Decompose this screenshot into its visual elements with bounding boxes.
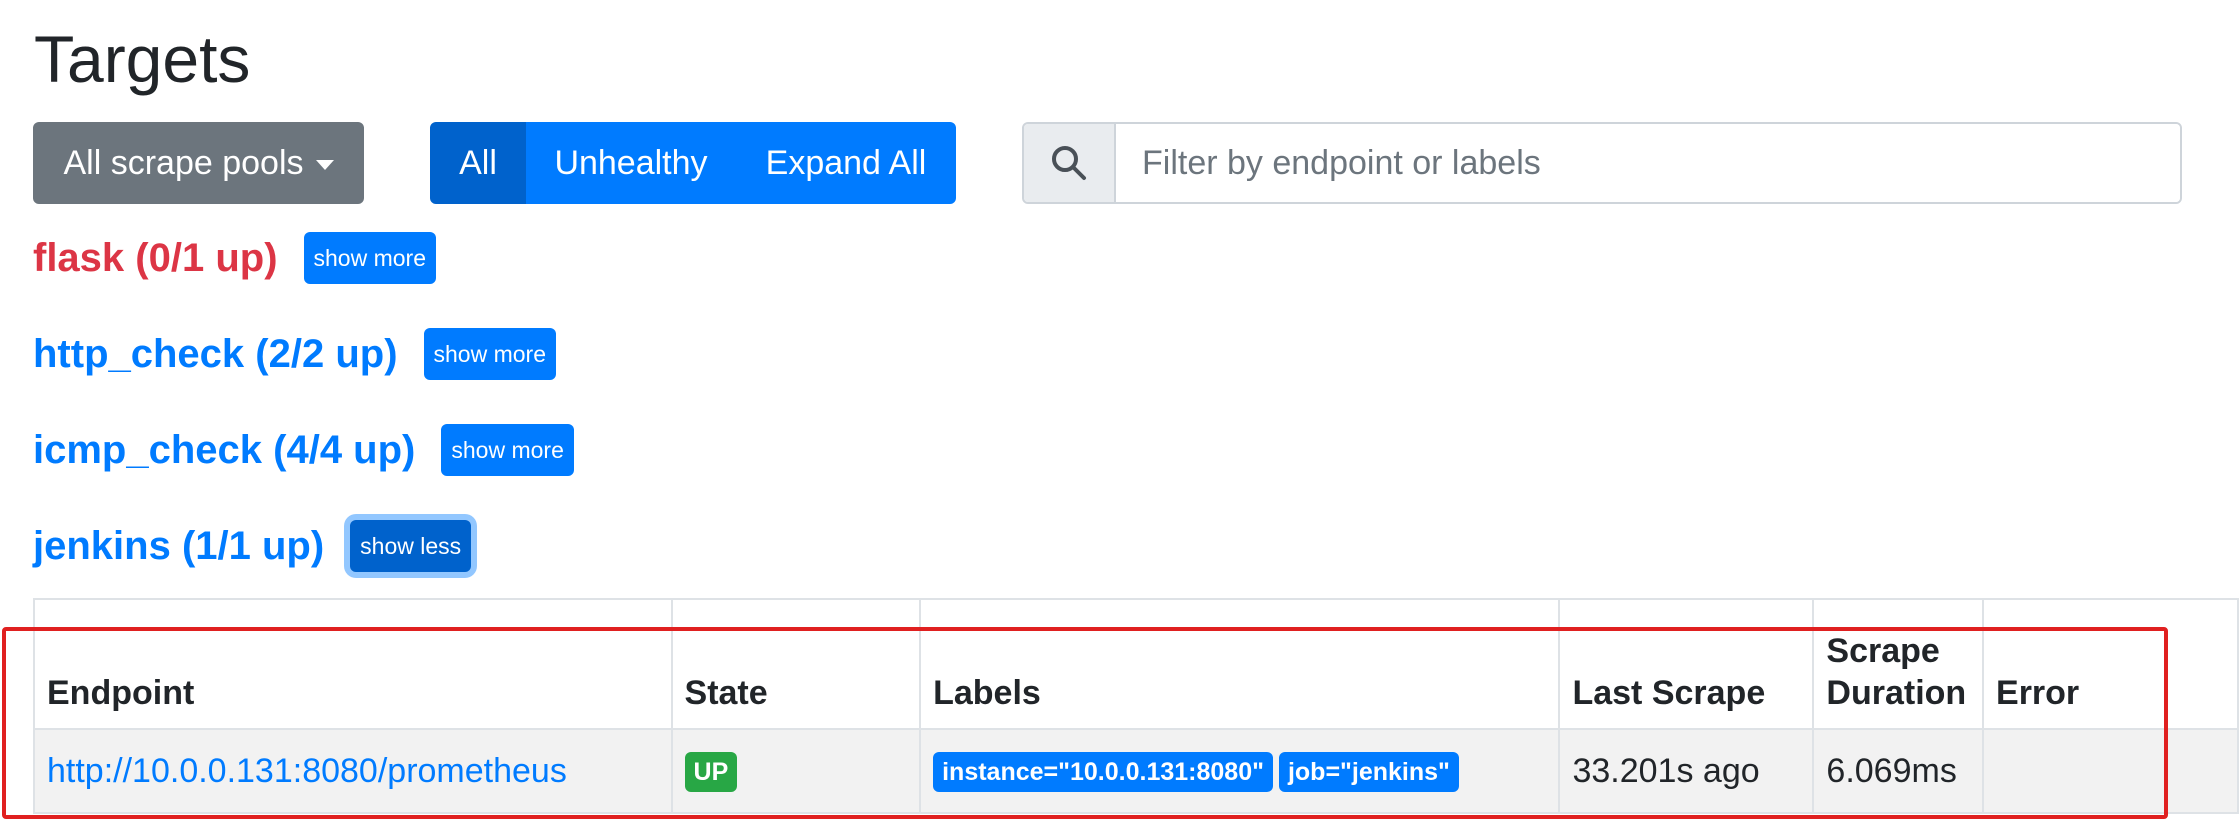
page-title: Targets bbox=[34, 22, 251, 96]
scrape-pools-label: All scrape pools bbox=[63, 143, 304, 182]
caret-down-icon bbox=[315, 160, 334, 170]
table-header-row: Endpoint State Labels Last Scrape Scrape… bbox=[33, 598, 2239, 730]
label-badge-instance: instance="10.0.0.131:8080" bbox=[933, 752, 1273, 792]
column-header-state: State bbox=[670, 598, 922, 730]
column-header-endpoint: Endpoint bbox=[33, 598, 673, 730]
column-header-last-scrape: Last Scrape bbox=[1558, 598, 1815, 730]
column-header-labels: Labels bbox=[919, 598, 1561, 730]
all-button[interactable]: All bbox=[430, 122, 526, 204]
last-scrape-cell: 33.201s ago bbox=[1558, 728, 1815, 814]
show-more-button[interactable]: show more bbox=[423, 328, 556, 380]
labels-cell: instance="10.0.0.131:8080" job="jenkins" bbox=[919, 728, 1561, 814]
search-box bbox=[1022, 122, 2182, 204]
pool-title-icmp-check[interactable]: icmp_check (4/4 up) bbox=[33, 428, 415, 473]
table-row: http://10.0.0.131:8080/prometheus UP ins… bbox=[33, 728, 2239, 814]
pool-title-jenkins[interactable]: jenkins (1/1 up) bbox=[33, 524, 324, 569]
error-cell bbox=[1982, 728, 2239, 814]
state-badge: UP bbox=[684, 752, 738, 792]
filter-button-group: All Unhealthy Expand All bbox=[430, 122, 956, 204]
column-header-error: Error bbox=[1982, 598, 2239, 730]
scrape-pools-dropdown[interactable]: All scrape pools bbox=[33, 122, 364, 204]
column-header-scrape-duration: Scrape Duration bbox=[1812, 598, 1985, 730]
state-cell: UP bbox=[670, 728, 922, 814]
endpoint-cell: http://10.0.0.131:8080/prometheus bbox=[33, 728, 673, 814]
search-input[interactable] bbox=[1116, 124, 2180, 202]
pool-header-flask: flask (0/1 up) show more bbox=[33, 232, 436, 284]
pool-header-icmp-check: icmp_check (4/4 up) show more bbox=[33, 424, 574, 476]
pool-header-jenkins: jenkins (1/1 up) show less bbox=[33, 520, 472, 572]
targets-table: Endpoint State Labels Last Scrape Scrape… bbox=[33, 598, 2239, 814]
pool-header-http-check: http_check (2/2 up) show more bbox=[33, 328, 556, 380]
label-badge-job: job="jenkins" bbox=[1278, 752, 1459, 792]
show-more-button[interactable]: show more bbox=[303, 232, 436, 284]
show-less-button[interactable]: show less bbox=[350, 520, 472, 572]
pool-title-flask[interactable]: flask (0/1 up) bbox=[33, 236, 278, 281]
unhealthy-button[interactable]: Unhealthy bbox=[526, 122, 736, 204]
pool-title-http-check[interactable]: http_check (2/2 up) bbox=[33, 332, 398, 377]
expand-all-button[interactable]: Expand All bbox=[736, 122, 956, 204]
show-more-button[interactable]: show more bbox=[441, 424, 574, 476]
endpoint-link[interactable]: http://10.0.0.131:8080/prometheus bbox=[47, 752, 567, 790]
search-icon bbox=[1024, 124, 1116, 202]
scrape-duration-cell: 6.069ms bbox=[1812, 728, 1985, 814]
